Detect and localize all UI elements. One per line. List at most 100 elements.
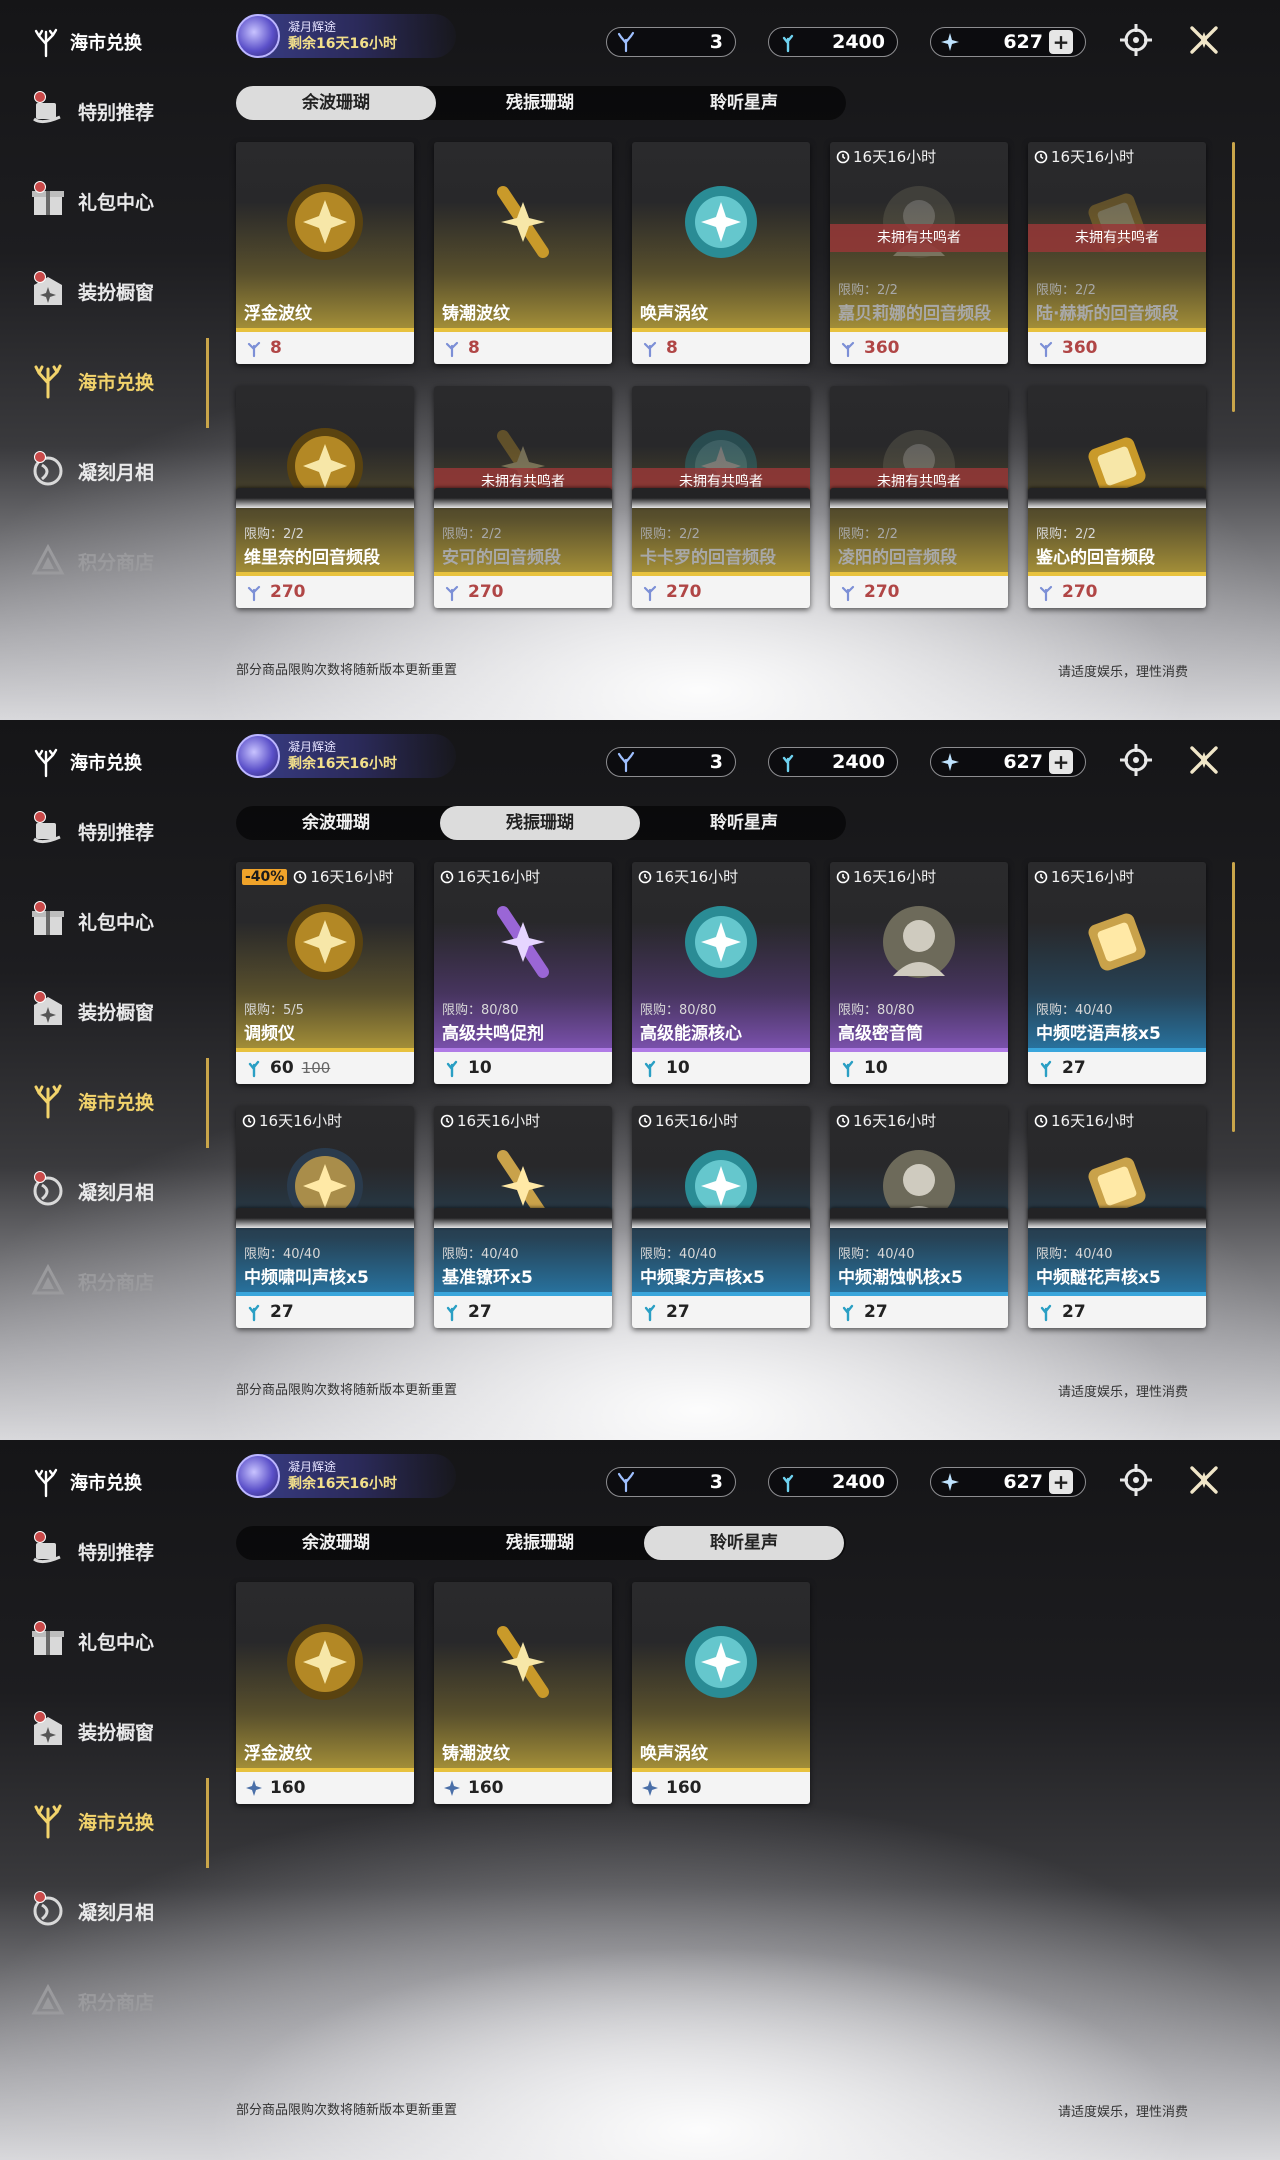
- coral-currency-icon: [446, 1304, 458, 1322]
- tab-2[interactable]: 聆听星声: [644, 1526, 844, 1560]
- coral-currency-icon: [445, 585, 459, 602]
- event-badge[interactable]: 凝月辉途 剩余16天16小时: [236, 734, 456, 778]
- item-name: 浮金波纹: [244, 304, 312, 324]
- shop-item-card[interactable]: 铸潮波纹 8: [434, 142, 612, 364]
- coral-icon: [34, 1468, 58, 1498]
- coral-currency-icon: [842, 1060, 854, 1078]
- timer-text: 16天16小时: [1051, 1112, 1135, 1130]
- item-art-icon: [869, 172, 969, 272]
- clock-icon: [1034, 1114, 1048, 1127]
- notification-dot: [34, 451, 46, 463]
- price-bar: 270: [830, 576, 1008, 608]
- shop-item-card[interactable]: 唤声涡纹 8: [632, 142, 810, 364]
- shop-item-card[interactable]: 铸潮波纹 160: [434, 1582, 612, 1804]
- footer-note: 部分商品限购次数将随新版本更新重置: [236, 1383, 458, 1398]
- next-row-card-edge: [434, 488, 612, 508]
- sidebar-item-4[interactable]: 凝刻月相: [28, 1166, 208, 1216]
- tab-1[interactable]: 残振珊瑚: [440, 86, 640, 120]
- item-price: 270: [666, 582, 702, 602]
- sidebar-item-5[interactable]: 积分商店: [28, 536, 208, 586]
- item-name: 维里奈的回音频段: [244, 548, 380, 568]
- shop-item-card[interactable]: 16天16小时 限购：80/80 高级能源核心 10: [632, 862, 810, 1084]
- close-icon[interactable]: [1186, 742, 1222, 778]
- add-currency-button[interactable]: +: [1049, 750, 1073, 774]
- shop-item-card[interactable]: 16天16小时 限购：80/80 高级共鸣促剂 10: [434, 862, 612, 1084]
- item-price: 27: [666, 1302, 690, 1322]
- footer-note: 部分商品限购次数将随新版本更新重置: [236, 663, 458, 678]
- coral-currency-icon: [617, 1471, 635, 1493]
- footer-moderation-note: 请适度娱乐，理性消费: [1057, 2105, 1188, 2120]
- sidebar-item-5[interactable]: 积分商店: [28, 1976, 208, 2026]
- close-icon[interactable]: [1186, 22, 1222, 58]
- coral-currency-icon: [841, 585, 855, 602]
- sidebar-item-0[interactable]: 特别推荐: [28, 86, 208, 136]
- currency-coral-b: 2400: [768, 27, 898, 57]
- item-name: 陆·赫斯的回音频段: [1036, 304, 1179, 324]
- sidebar-item-5[interactable]: 积分商店: [28, 1256, 208, 1306]
- scrollbar[interactable]: [1232, 142, 1235, 412]
- target-icon[interactable]: [1118, 22, 1154, 58]
- timer-text: 16天16小时: [1051, 148, 1135, 166]
- sidebar-item-3[interactable]: 海市兑换: [28, 356, 208, 406]
- tab-0[interactable]: 余波珊瑚: [236, 806, 436, 840]
- currency-coral-a: 3: [606, 27, 736, 57]
- sidebar-item-1[interactable]: 礼包中心: [28, 1616, 208, 1666]
- shop-item-card[interactable]: 16天16小时 限购：80/80 高级密音筒 10: [830, 862, 1008, 1084]
- close-icon[interactable]: [1186, 1462, 1222, 1498]
- shop-item-card[interactable]: 16天16小时 未拥有共鸣者 限购：2/2 嘉贝莉娜的回音频段 360: [830, 142, 1008, 364]
- coral-currency-icon: [643, 341, 657, 358]
- coral-currency-icon: [782, 754, 794, 773]
- sidebar-item-4[interactable]: 凝刻月相: [28, 1886, 208, 1936]
- item-price: 270: [468, 582, 504, 602]
- shop-item-card[interactable]: 16天16小时 限购：40/40 中频呓语声核x5 27: [1028, 862, 1206, 1084]
- shop-item-card[interactable]: 16天16小时 未拥有共鸣者 限购：2/2 陆·赫斯的回音频段 360: [1028, 142, 1206, 364]
- sidebar-item-2[interactable]: 装扮橱窗: [28, 1706, 208, 1756]
- limited-time-label: 16天16小时: [836, 866, 936, 887]
- purchase-limit: 限购：40/40: [442, 1247, 519, 1262]
- target-icon[interactable]: [1118, 742, 1154, 778]
- tab-0[interactable]: 余波珊瑚: [236, 1526, 436, 1560]
- sidebar-item-0[interactable]: 特别推荐: [28, 1526, 208, 1576]
- scrollbar[interactable]: [1232, 862, 1235, 1132]
- sidebar-item-label: 装扮橱窗: [78, 281, 155, 304]
- event-badge[interactable]: 凝月辉途 剩余16天16小时: [236, 14, 456, 58]
- shop-item-card[interactable]: -40% 16天16小时 限购：5/5 调频仪 60 100: [236, 862, 414, 1084]
- item-name: 基准镣环x5: [442, 1268, 533, 1288]
- shop-item-card[interactable]: 浮金波纹 160: [236, 1582, 414, 1804]
- event-remaining-time: 剩余16天16小时: [288, 36, 397, 52]
- sidebar-item-1[interactable]: 礼包中心: [28, 896, 208, 946]
- add-currency-button[interactable]: +: [1049, 1470, 1073, 1494]
- next-row-card-edge: [1028, 1208, 1206, 1228]
- price-bar: 270: [434, 576, 612, 608]
- locked-banner: 未拥有共鸣者: [830, 224, 1008, 252]
- tab-2[interactable]: 聆听星声: [644, 806, 844, 840]
- price-bar: 10: [434, 1052, 612, 1084]
- event-badge[interactable]: 凝月辉途 剩余16天16小时: [236, 1454, 456, 1498]
- sidebar-item-1[interactable]: 礼包中心: [28, 176, 208, 226]
- tab-0[interactable]: 余波珊瑚: [236, 86, 436, 120]
- add-currency-button[interactable]: +: [1049, 30, 1073, 54]
- shop-panel: 海市兑换 特别推荐 礼包中心 装扮橱窗 海市兑换 凝刻月相 积分商店 凝月辉途 剩余16天…: [0, 0, 1280, 720]
- item-price: 27: [468, 1302, 492, 1322]
- shop-item-card[interactable]: 浮金波纹 8: [236, 142, 414, 364]
- purchase-limit: 限购：2/2: [442, 527, 502, 542]
- item-price: 27: [1062, 1058, 1086, 1078]
- active-indicator: [206, 338, 209, 428]
- shop-item-card[interactable]: 唤声涡纹 160: [632, 1582, 810, 1804]
- price-bar: 27: [1028, 1296, 1206, 1328]
- tab-2[interactable]: 聆听星声: [644, 86, 844, 120]
- sidebar-item-3[interactable]: 海市兑换: [28, 1076, 208, 1126]
- sidebar-item-4[interactable]: 凝刻月相: [28, 446, 208, 496]
- coral-currency-icon: [1039, 341, 1053, 358]
- coral-currency-icon: [247, 585, 261, 602]
- sidebar-item-0[interactable]: 特别推荐: [28, 806, 208, 856]
- sidebar-item-2[interactable]: 装扮橱窗: [28, 266, 208, 316]
- tab-1[interactable]: 残振珊瑚: [440, 1526, 640, 1560]
- sidebar-item-3[interactable]: 海市兑换: [28, 1796, 208, 1846]
- sidebar-item-2[interactable]: 装扮橱窗: [28, 986, 208, 1036]
- timer-text: 16天16小时: [310, 868, 394, 886]
- tab-1[interactable]: 残振珊瑚: [440, 806, 640, 840]
- target-icon[interactable]: [1118, 1462, 1154, 1498]
- purchase-limit: 限购：40/40: [1036, 1247, 1113, 1262]
- coral-currency-icon: [782, 1474, 794, 1493]
